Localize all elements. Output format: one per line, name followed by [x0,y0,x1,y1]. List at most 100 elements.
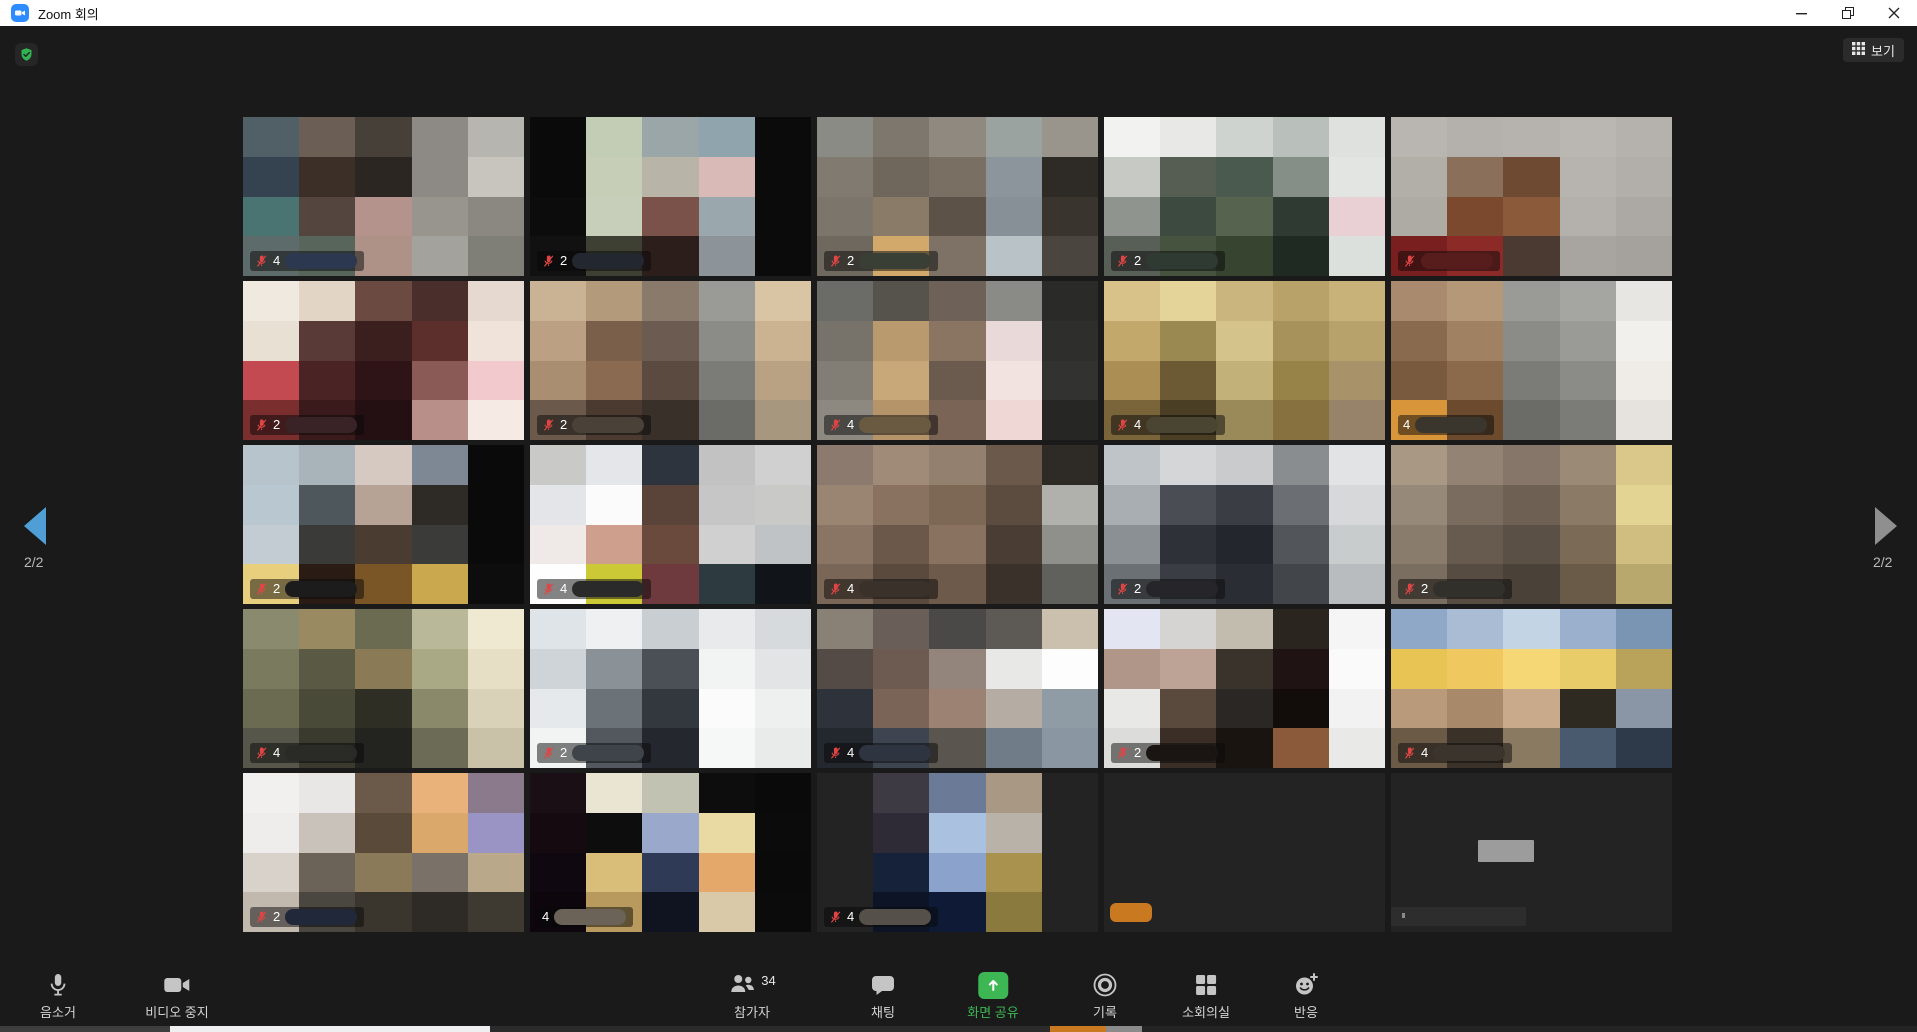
mute-button[interactable]: 음소거 [40,970,76,1021]
video-tile[interactable]: 2 [530,117,811,276]
share-screen-button[interactable]: 화면 공유 [967,970,1018,1021]
participant-name-number: 4 [560,579,567,599]
mic-muted-icon [829,910,842,925]
video-artifact [1402,913,1405,918]
video-tile[interactable]: 4 [243,609,524,768]
video-tile[interactable]: 4 [1391,281,1672,440]
redacted-name [1433,745,1505,761]
video-tile[interactable]: 2 [243,773,524,932]
mic-muted-icon [829,254,842,269]
record-button[interactable]: 기록 [1092,970,1118,1021]
redacted-name [572,417,644,433]
participant-label: 4 [1398,743,1512,763]
participant-label: 2 [1111,251,1225,271]
view-button-label: 보기 [1871,41,1895,60]
video-tile[interactable]: 4 [530,445,811,604]
redacted-name [859,909,931,925]
video-tile[interactable] [1391,117,1672,276]
video-tile[interactable]: 2 [1104,117,1385,276]
video-tile[interactable]: 2 [243,445,524,604]
redacted-name [572,745,644,761]
participants-button[interactable]: 34 참가자 [728,970,775,1021]
video-tile[interactable]: 2 [1104,445,1385,604]
redacted-name [1146,581,1218,597]
participant-name-number: 2 [273,415,280,435]
breakout-icon [1194,970,1218,1000]
video-tile[interactable]: 2 [1391,445,1672,604]
participant-label: 2 [1398,579,1512,599]
mic-muted-icon [542,418,555,433]
redacted-name [285,745,357,761]
mic-muted-icon [1403,746,1416,761]
video-tile[interactable]: 2 [243,281,524,440]
participant-name-number: 4 [847,415,854,435]
mic-muted-icon [542,746,555,761]
video-tile[interactable]: 2 [530,609,811,768]
close-button[interactable] [1871,0,1917,26]
mic-muted-icon [829,418,842,433]
chat-button[interactable]: 채팅 [871,970,895,1021]
mute-label: 음소거 [40,1002,76,1021]
participant-label: 4 [1398,415,1494,435]
video-tile[interactable] [1104,773,1385,932]
restore-button[interactable] [1825,0,1871,26]
reactions-label: 반응 [1294,1002,1318,1021]
minimize-button[interactable] [1779,0,1825,26]
redacted-name [285,253,357,269]
participant-name-number: 4 [847,579,854,599]
participant-label: 2 [250,907,364,927]
video-artifact [1110,903,1152,922]
mic-muted-icon [1403,582,1416,597]
redacted-name [285,581,357,597]
video-tile[interactable]: 4 [1391,609,1672,768]
video-tile[interactable]: 4 [243,117,524,276]
participant-name-number: 2 [560,743,567,763]
video-tile[interactable]: 4 [817,445,1098,604]
next-page-button[interactable] [1875,507,1897,545]
participant-label: 2 [1111,579,1225,599]
video-tile[interactable]: 2 [1104,609,1385,768]
participant-label: 4 [824,579,938,599]
video-artifact [1478,840,1534,862]
prev-page-button[interactable] [24,507,46,545]
video-tile[interactable] [1391,773,1672,932]
participant-label: 2 [537,251,651,271]
video-tile[interactable]: 4 [817,773,1098,932]
strip-segment [490,1026,1050,1032]
video-tile[interactable]: 4 [1104,281,1385,440]
window-titlebar: Zoom 회의 [0,0,1917,26]
security-shield-icon[interactable] [15,43,38,66]
mic-muted-icon [1116,254,1129,269]
camera-icon [163,970,191,1000]
participant-name-number: 2 [1421,579,1428,599]
mic-muted-icon [542,254,555,269]
chat-icon [871,970,895,1000]
video-tile[interactable]: 4 [530,773,811,932]
participant-label: 4 [250,743,364,763]
mic-muted-icon [1116,418,1129,433]
redacted-name [285,909,357,925]
reactions-button[interactable]: 반응 [1293,970,1319,1021]
redacted-name [1433,581,1505,597]
participant-label: 4 [824,415,938,435]
mic-muted-icon [255,418,268,433]
redacted-name [1415,417,1487,433]
stop-video-button[interactable]: 비디오 중지 [145,970,208,1021]
redacted-name [572,253,644,269]
view-button[interactable]: 보기 [1843,38,1904,62]
prev-page-label: 2/2 [24,554,43,570]
video-tile[interactable]: 4 [817,281,1098,440]
window-title: Zoom 회의 [38,4,99,23]
stop-video-label: 비디오 중지 [145,1002,208,1021]
participants-label: 참가자 [734,1002,770,1021]
video-tile[interactable]: 2 [817,117,1098,276]
participant-name-number: 4 [1403,415,1410,435]
mic-muted-icon [255,254,268,269]
participants-icon [728,971,756,1000]
participant-label: 4 [1111,415,1225,435]
video-tile[interactable]: 4 [817,609,1098,768]
video-tile[interactable]: 2 [530,281,811,440]
breakout-rooms-button[interactable]: 소회의실 [1182,970,1230,1021]
participant-name-number: 4 [847,907,854,927]
mic-muted-icon [1116,746,1129,761]
